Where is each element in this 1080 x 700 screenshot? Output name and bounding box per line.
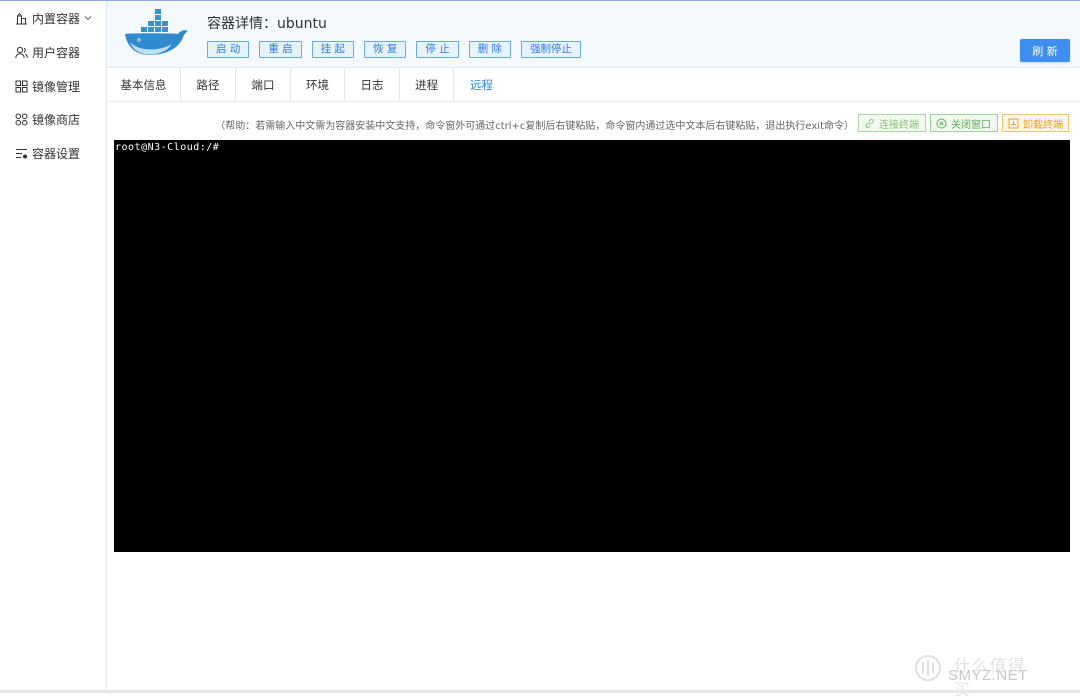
tab-processes[interactable]: 进程 <box>400 68 454 101</box>
delete-button[interactable]: 删 除 <box>468 41 512 58</box>
refresh-button[interactable]: 刷 新 <box>1020 39 1070 62</box>
sidebar-item-container-settings[interactable]: 容器设置 <box>14 143 80 163</box>
tab-paths[interactable]: 路径 <box>181 68 236 101</box>
page-title: 容器详情：ubuntu <box>207 16 327 32</box>
connect-terminal-label: 连接终端 <box>879 119 919 131</box>
user-group-icon <box>14 45 28 59</box>
suspend-button[interactable]: 挂 起 <box>311 41 355 58</box>
restart-button[interactable]: 重 启 <box>259 41 302 58</box>
watermark-logo-icon <box>915 655 941 681</box>
unload-icon <box>1008 118 1019 129</box>
watermark: 什么值得买 SMYZ.NET <box>914 650 1028 699</box>
close-window-label: 关闭窗口 <box>951 119 991 131</box>
tabs-divider <box>107 101 1080 102</box>
stop-button[interactable]: 停 止 <box>416 41 459 58</box>
apps-icon <box>14 112 28 126</box>
sidebar-item-label: 镜像管理 <box>32 79 81 94</box>
sidebar-item-label: 用户容器 <box>32 45 81 60</box>
sidebar-item-builtin-containers[interactable]: 内置容器 <box>14 8 93 28</box>
tab-remote[interactable]: 远程 <box>454 68 509 101</box>
link-icon <box>864 118 875 129</box>
unload-terminal-button[interactable]: 卸载终端 <box>1002 114 1069 132</box>
sidebar-item-label: 镜像商店 <box>32 112 81 127</box>
building-icon <box>14 11 28 25</box>
terminal-prompt: root@N3-Cloud:/# <box>115 142 220 153</box>
close-circle-icon <box>936 118 947 129</box>
sidebar-item-label: 内置容器 <box>32 11 81 26</box>
sidebar-item-user-containers[interactable]: 用户容器 <box>14 42 80 62</box>
terminal-help-text: （帮助：若需输入中文需为容器安装中文支持，命令窗外可通过ctrl+c复制后右键粘… <box>215 121 854 132</box>
grid-icon <box>14 79 28 93</box>
container-header: 容器详情：ubuntu 启 动 重 启 挂 起 恢 复 停 止 删 除 强制停止… <box>107 1 1080 68</box>
terminal-window[interactable]: root@N3-Cloud:/# <box>114 140 1070 552</box>
sidebar-item-image-store[interactable]: 镜像商店 <box>14 109 80 129</box>
chevron-down-icon <box>83 13 93 23</box>
detail-tabs: 基本信息 路径 端口 环境 日志 进程 远程 <box>107 68 509 101</box>
resume-button[interactable]: 恢 复 <box>364 41 407 58</box>
settings-list-icon <box>14 146 28 160</box>
container-actions: 启 动 重 启 挂 起 恢 复 停 止 删 除 强制停止 <box>207 41 591 58</box>
force-stop-button[interactable]: 强制停止 <box>521 41 582 58</box>
close-window-button[interactable]: 关闭窗口 <box>930 114 998 132</box>
unload-terminal-label: 卸载终端 <box>1023 119 1063 131</box>
sidebar-item-image-management[interactable]: 镜像管理 <box>14 76 80 96</box>
connect-terminal-button[interactable]: 连接终端 <box>858 114 926 132</box>
tab-ports[interactable]: 端口 <box>236 68 291 101</box>
sidebar: 内置容器 用户容器 镜像管理 镜像商店 容器设置 <box>0 1 107 690</box>
docker-whale-logo <box>125 9 188 55</box>
start-button[interactable]: 启 动 <box>207 41 250 58</box>
tab-basic-info[interactable]: 基本信息 <box>107 68 181 101</box>
tab-environment[interactable]: 环境 <box>291 68 345 101</box>
tab-logs[interactable]: 日志 <box>345 68 400 101</box>
sidebar-item-label: 容器设置 <box>32 146 81 161</box>
